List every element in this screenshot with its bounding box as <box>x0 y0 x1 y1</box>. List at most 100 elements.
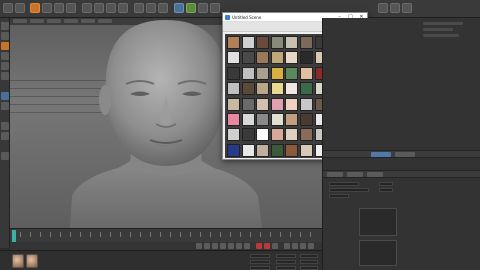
texture-tile[interactable] <box>300 82 313 96</box>
workplane-icon[interactable] <box>1 52 9 60</box>
subdivision-icon[interactable] <box>186 3 196 13</box>
texture-tile[interactable] <box>227 113 240 126</box>
y-axis-icon[interactable] <box>94 3 104 13</box>
z-axis-icon[interactable] <box>106 3 116 13</box>
attribute-field[interactable] <box>329 194 349 198</box>
scale-icon[interactable] <box>54 3 64 13</box>
texture-mode-icon[interactable] <box>1 42 9 50</box>
attribute-field[interactable] <box>329 182 359 186</box>
material-preview-box[interactable] <box>359 208 397 236</box>
texture-tile[interactable] <box>241 51 255 65</box>
texture-tile[interactable] <box>300 51 313 65</box>
texture-tile[interactable] <box>285 51 299 65</box>
texture-tile[interactable] <box>227 66 240 80</box>
texture-tile[interactable] <box>227 143 240 157</box>
texture-tile[interactable] <box>285 97 299 111</box>
cube-icon[interactable] <box>174 3 184 13</box>
texture-tile[interactable] <box>270 66 284 80</box>
attribute-field[interactable] <box>379 182 393 186</box>
texture-tile[interactable] <box>241 128 255 142</box>
material-thumbnail[interactable] <box>12 254 24 268</box>
timeline[interactable] <box>10 228 322 242</box>
size-y-field[interactable] <box>276 260 296 264</box>
texture-tile[interactable] <box>285 143 299 157</box>
record-active-objects-button[interactable] <box>256 243 262 249</box>
texture-tile[interactable] <box>270 143 284 157</box>
lock-workplane-icon[interactable] <box>1 132 9 140</box>
texture-tile[interactable] <box>300 113 313 126</box>
go-to-start-button[interactable] <box>196 243 202 249</box>
make-editable-icon[interactable] <box>1 22 9 30</box>
x-axis-icon[interactable] <box>82 3 92 13</box>
attribute-field[interactable] <box>379 188 393 192</box>
object-manager-row[interactable] <box>423 22 463 25</box>
texture-tile[interactable] <box>241 82 255 96</box>
snap-icon[interactable] <box>1 122 9 130</box>
texture-tile[interactable] <box>256 66 270 80</box>
tab-coord[interactable] <box>347 172 363 177</box>
render-view-icon[interactable] <box>134 3 144 13</box>
texture-tile[interactable] <box>256 36 270 49</box>
texture-tile[interactable] <box>241 143 255 157</box>
move-icon[interactable] <box>42 3 52 13</box>
position-key-button[interactable] <box>284 243 290 249</box>
polygons-mode-icon[interactable] <box>1 92 9 100</box>
next-key-button[interactable] <box>236 243 242 249</box>
texture-tile[interactable] <box>285 36 299 49</box>
texture-tile[interactable] <box>241 36 255 49</box>
tab-object[interactable] <box>371 152 391 157</box>
texture-tile[interactable] <box>256 128 270 142</box>
texture-tile[interactable] <box>300 97 313 111</box>
array-icon[interactable] <box>198 3 208 13</box>
texture-tile[interactable] <box>270 113 284 126</box>
render-settings-icon[interactable] <box>158 3 168 13</box>
rotation-b-field[interactable] <box>300 266 318 270</box>
rotate-icon[interactable] <box>66 3 76 13</box>
attribute-field[interactable] <box>329 188 369 192</box>
rotation-key-button[interactable] <box>300 243 306 249</box>
texture-tile[interactable] <box>285 82 299 96</box>
object-manager-row[interactable] <box>423 34 459 37</box>
texture-tile[interactable] <box>241 97 255 111</box>
texture-tile[interactable] <box>300 36 313 49</box>
texture-tile[interactable] <box>285 113 299 126</box>
texture-tile[interactable] <box>241 113 255 126</box>
texture-tile[interactable] <box>285 66 299 80</box>
texture-tile[interactable] <box>256 97 270 111</box>
search-icon[interactable] <box>390 3 400 13</box>
solo-icon[interactable] <box>1 152 9 160</box>
keyframe-selection-button[interactable] <box>272 243 278 249</box>
edges-mode-icon[interactable] <box>1 72 9 80</box>
texture-tile[interactable] <box>241 66 255 80</box>
undo-icon[interactable] <box>3 3 13 13</box>
coordinate-system-icon[interactable] <box>118 3 128 13</box>
play-button[interactable] <box>220 243 226 249</box>
next-frame-button[interactable] <box>228 243 234 249</box>
texture-tile[interactable] <box>256 143 270 157</box>
model-mode-icon[interactable] <box>1 32 9 40</box>
redo-icon[interactable] <box>15 3 25 13</box>
axis-mode-icon[interactable] <box>1 102 9 110</box>
texture-tile[interactable] <box>300 143 313 157</box>
playhead-marker[interactable] <box>12 230 16 242</box>
texture-tile[interactable] <box>227 51 240 65</box>
texture-tile[interactable] <box>270 36 284 49</box>
texture-tile[interactable] <box>270 128 284 142</box>
render-picture-viewer-icon[interactable] <box>146 3 156 13</box>
position-z-field[interactable] <box>250 266 270 270</box>
size-x-field[interactable] <box>276 254 296 258</box>
texture-tile[interactable] <box>256 82 270 96</box>
deformer-icon[interactable] <box>210 3 220 13</box>
texture-tile[interactable] <box>270 82 284 96</box>
texture-tile[interactable] <box>285 128 299 142</box>
scale-key-button[interactable] <box>292 243 298 249</box>
rotation-p-field[interactable] <box>300 260 318 264</box>
parameter-key-button[interactable] <box>308 243 314 249</box>
texture-tile[interactable] <box>256 51 270 65</box>
autokeying-button[interactable] <box>264 243 270 249</box>
tab-tag[interactable] <box>367 172 383 177</box>
texture-tile[interactable] <box>227 128 240 142</box>
layer-icon[interactable] <box>402 3 412 13</box>
texture-tile[interactable] <box>227 36 240 49</box>
size-z-field[interactable] <box>276 266 296 270</box>
